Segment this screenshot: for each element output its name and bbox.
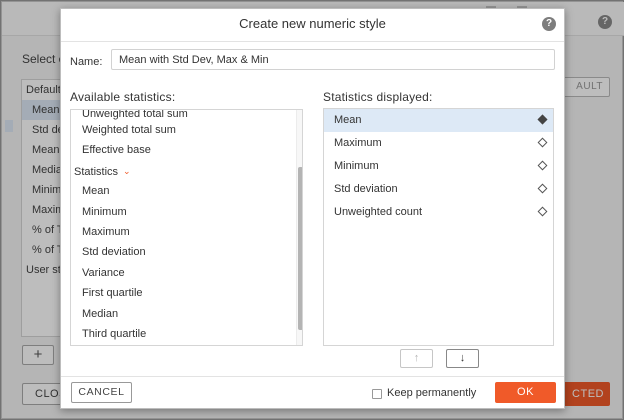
list-item[interactable]: Third quartile (71, 324, 302, 344)
list-item[interactable]: Effective base (71, 140, 302, 160)
ok-button[interactable]: OK (495, 382, 556, 403)
statistics-group-header[interactable]: Statistics ⌄ (71, 161, 302, 181)
divider (61, 41, 564, 42)
chevron-down-icon[interactable]: ⌄ (123, 161, 131, 181)
divider (61, 376, 564, 377)
move-down-button[interactable]: ↓ (446, 349, 479, 368)
diamond-icon[interactable] (537, 114, 548, 125)
keep-permanently-checkbox[interactable] (372, 389, 382, 399)
list-item-label: Maximum (334, 137, 382, 149)
list-item[interactable]: Maximum (324, 132, 553, 155)
diamond-icon[interactable] (537, 183, 548, 194)
name-input[interactable] (111, 49, 555, 70)
list-item[interactable]: Weighted total sum (71, 120, 302, 140)
list-item[interactable]: Std deviation (71, 242, 302, 262)
help-icon[interactable]: ? (542, 17, 556, 31)
list-item[interactable]: Maximum (71, 222, 302, 242)
list-item[interactable]: Variance (71, 263, 302, 283)
list-item-label: Minimum (334, 160, 379, 172)
diamond-icon[interactable] (537, 206, 548, 217)
diamond-icon[interactable] (537, 160, 548, 171)
list-item[interactable]: Mean (71, 181, 302, 201)
list-item-label: Unweighted count (334, 206, 423, 218)
list-item[interactable]: Unweighted total sum (71, 110, 302, 120)
scrollbar-thumb[interactable] (298, 167, 302, 330)
list-item[interactable]: Median (71, 304, 302, 324)
dialog-title: Create new numeric style (239, 16, 386, 31)
list-item[interactable]: First quartile (71, 283, 302, 303)
list-item[interactable]: Std deviation (324, 178, 553, 201)
available-statistics-list[interactable]: Unweighted total sum Weighted total sum … (70, 109, 303, 346)
cancel-button[interactable]: CANCEL (71, 382, 132, 403)
list-item[interactable]: Mean (324, 109, 553, 132)
list-item-label: Mean (334, 114, 362, 126)
create-numeric-style-dialog: Create new numeric style ? Name: Availab… (60, 8, 565, 409)
statistics-displayed-list[interactable]: Mean Maximum Minimum Std deviation Unwei… (323, 108, 554, 346)
available-statistics-label: Available statistics: (70, 90, 176, 104)
keep-permanently-label[interactable]: Keep permanently (387, 387, 476, 399)
group-label: Statistics (74, 165, 119, 178)
list-item-label: Std deviation (334, 183, 398, 195)
statistics-displayed-label: Statistics displayed: (323, 90, 433, 104)
list-item[interactable]: Unweighted count (324, 201, 553, 224)
move-up-button[interactable]: ↑ (400, 349, 433, 368)
list-item[interactable]: Minimum (324, 155, 553, 178)
scrollbar[interactable] (296, 110, 302, 345)
list-item[interactable]: Minimum (71, 202, 302, 222)
diamond-icon[interactable] (537, 137, 548, 148)
name-label: Name: (70, 56, 103, 68)
